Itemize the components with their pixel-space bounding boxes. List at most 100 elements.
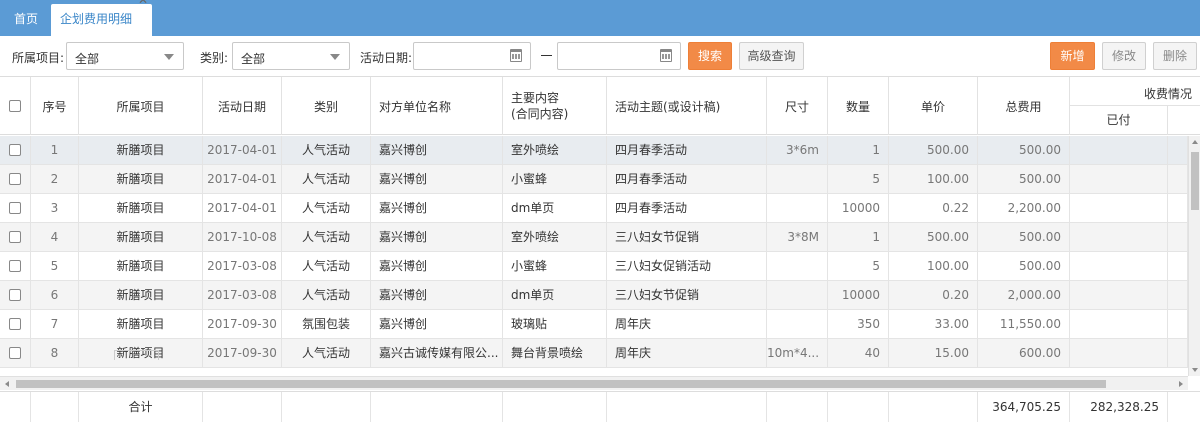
header-date[interactable]: 活动日期 bbox=[203, 77, 282, 135]
footer-paid-value: 282,328.25 bbox=[1070, 392, 1168, 422]
close-icon[interactable]: ✕ bbox=[138, 0, 148, 6]
cell-content: 舞台背景喷绘 bbox=[503, 339, 607, 367]
cell-theme: 四月春季活动 bbox=[607, 136, 767, 164]
header-theme[interactable]: 活动主题(或设计稿) bbox=[607, 77, 767, 135]
cell-content: 小蜜蜂 bbox=[503, 165, 607, 193]
cell-size bbox=[767, 165, 828, 193]
cell-date: 2017-09-30 bbox=[203, 310, 282, 338]
cell-counterparty: 嘉兴博创 bbox=[371, 194, 503, 222]
horizontal-scroll-thumb[interactable] bbox=[16, 380, 1106, 388]
header-category[interactable]: 类别 bbox=[282, 77, 371, 135]
cell-seq: 7 bbox=[31, 310, 79, 338]
vertical-scrollbar[interactable] bbox=[1188, 136, 1200, 376]
footer-blank bbox=[282, 392, 371, 422]
header-seq[interactable]: 序号 bbox=[31, 77, 79, 135]
cell-size: 3*6m bbox=[767, 136, 828, 164]
project-label: 所属项目: bbox=[12, 51, 65, 65]
calendar-icon[interactable] bbox=[660, 49, 672, 62]
table-row[interactable]: 2 新膳项目 2017-04-01 人气活动 嘉兴博创 小蜜蜂 四月春季活动 5 100.00 5… bbox=[0, 165, 1188, 194]
row-checkbox[interactable] bbox=[9, 288, 21, 301]
delete-button[interactable]: 删除 bbox=[1153, 42, 1197, 70]
filter-toolbar: 所属项目: 全部 类别: 全部 活动日期: 搜索 高级查询 新增 修改 删除 bbox=[0, 36, 1200, 76]
row-checkbox[interactable] bbox=[9, 172, 21, 185]
footer-blank bbox=[203, 392, 282, 422]
cell-content: dm单页 bbox=[503, 281, 607, 309]
expense-grid: 序号 所属项目 活动日期 类别 对方单位名称 主要内容 (合同内容) 活动主题(… bbox=[0, 76, 1200, 434]
header-total[interactable]: 总费用 bbox=[978, 77, 1070, 135]
cell-paid bbox=[1070, 194, 1168, 222]
date-to-input[interactable] bbox=[557, 42, 681, 70]
cell-qty: 10000 bbox=[828, 194, 889, 222]
cell-size bbox=[767, 252, 828, 280]
cell-date: 2017-04-01 bbox=[203, 194, 282, 222]
date-from-input[interactable] bbox=[413, 42, 531, 70]
cell-paid bbox=[1070, 136, 1168, 164]
row-checkbox[interactable] bbox=[9, 201, 21, 214]
header-counterparty[interactable]: 对方单位名称 bbox=[371, 77, 503, 135]
row-checkbox[interactable] bbox=[9, 346, 21, 359]
cell-more bbox=[1168, 252, 1188, 280]
cell-category: 人气活动 bbox=[282, 281, 371, 309]
row-checkbox[interactable] bbox=[9, 143, 21, 156]
cell-project: 新膳项目 bbox=[79, 136, 203, 164]
cell-unit-price: 500.00 bbox=[889, 223, 978, 251]
header-project[interactable]: 所属项目 bbox=[79, 77, 203, 135]
cell-paid bbox=[1070, 165, 1168, 193]
header-content[interactable]: 主要内容 (合同内容) bbox=[503, 77, 607, 135]
tab-home[interactable]: 首页 bbox=[4, 4, 48, 36]
horizontal-scrollbar[interactable] bbox=[0, 376, 1188, 390]
cell-project: 新膳项目 bbox=[79, 252, 203, 280]
cell-date: 2017-03-08 bbox=[203, 281, 282, 309]
cell-content: dm单页 bbox=[503, 194, 607, 222]
cell-counterparty: 嘉兴博创 bbox=[371, 223, 503, 251]
scroll-down-arrow-icon[interactable] bbox=[1192, 368, 1198, 372]
row-checkbox-cell bbox=[0, 252, 31, 280]
header-content-line2: (合同内容) bbox=[511, 107, 569, 121]
cell-project: 新膳项目 bbox=[79, 223, 203, 251]
cell-more bbox=[1168, 310, 1188, 338]
table-row[interactable]: 8 新膳项目 2017-09-30 人气活动 嘉兴古诚传媒有限公... 舞台背景喷绘 周年庆… bbox=[0, 339, 1188, 368]
advanced-search-button[interactable]: 高级查询 bbox=[739, 42, 804, 70]
footer-total-label: 合计 bbox=[79, 392, 203, 422]
scroll-right-arrow-icon[interactable] bbox=[1179, 381, 1183, 387]
tab-plan-expense-detail[interactable]: 企划费用明细 ✕ bbox=[51, 0, 152, 36]
cell-counterparty: 嘉兴博创 bbox=[371, 136, 503, 164]
row-checkbox[interactable] bbox=[9, 259, 21, 272]
table-row[interactable]: 7 新膳项目 2017-09-30 氛围包装 嘉兴博创 玻璃贴 周年庆 350 33.00 11,… bbox=[0, 310, 1188, 339]
cell-total: 2,000.00 bbox=[978, 281, 1070, 309]
cell-qty: 1 bbox=[828, 223, 889, 251]
header-size[interactable]: 尺寸 bbox=[767, 77, 828, 135]
row-checkbox-cell bbox=[0, 281, 31, 309]
pager-box[interactable] bbox=[114, 350, 159, 360]
cell-unit-price: 0.22 bbox=[889, 194, 978, 222]
project-select[interactable]: 全部 bbox=[66, 42, 184, 70]
cell-counterparty: 嘉兴古诚传媒有限公... bbox=[371, 339, 503, 367]
table-row[interactable]: 3 新膳项目 2017-04-01 人气活动 嘉兴博创 dm单页 四月春季活动 10000 0.… bbox=[0, 194, 1188, 223]
cell-category: 人气活动 bbox=[282, 136, 371, 164]
cell-total: 500.00 bbox=[978, 252, 1070, 280]
add-button[interactable]: 新增 bbox=[1050, 42, 1095, 70]
header-unit-price[interactable]: 单价 bbox=[889, 77, 978, 135]
header-qty[interactable]: 数量 bbox=[828, 77, 889, 135]
vertical-scroll-thumb[interactable] bbox=[1191, 152, 1199, 210]
table-row[interactable]: 6 新膳项目 2017-03-08 人气活动 嘉兴博创 dm单页 三八妇女节促销 10000 0… bbox=[0, 281, 1188, 310]
cell-category: 人气活动 bbox=[282, 339, 371, 367]
scroll-up-arrow-icon[interactable] bbox=[1192, 140, 1198, 144]
table-row[interactable]: 4 新膳项目 2017-10-08 人气活动 嘉兴博创 室外喷绘 三八妇女节促销 3*8M 1 5… bbox=[0, 223, 1188, 252]
cell-counterparty: 嘉兴博创 bbox=[371, 252, 503, 280]
header-paid[interactable]: 已付 bbox=[1070, 106, 1168, 135]
row-checkbox[interactable] bbox=[9, 317, 21, 330]
category-select-value: 全部 bbox=[241, 52, 266, 66]
table-row[interactable]: 1 新膳项目 2017-04-01 人气活动 嘉兴博创 室外喷绘 四月春季活动 3*6m 1 50… bbox=[0, 136, 1188, 165]
cell-counterparty: 嘉兴博创 bbox=[371, 281, 503, 309]
table-row[interactable]: 5 新膳项目 2017-03-08 人气活动 嘉兴博创 小蜜蜂 三八妇女促销活动 5 100.0… bbox=[0, 252, 1188, 281]
scroll-left-arrow-icon[interactable] bbox=[5, 381, 9, 387]
select-all-checkbox[interactable] bbox=[9, 100, 21, 112]
row-checkbox-cell bbox=[0, 339, 31, 367]
category-select[interactable]: 全部 bbox=[232, 42, 350, 70]
search-button[interactable]: 搜索 bbox=[688, 42, 732, 70]
row-checkbox[interactable] bbox=[9, 230, 21, 243]
edit-button[interactable]: 修改 bbox=[1102, 42, 1146, 70]
cell-size: 10m*4... bbox=[767, 339, 828, 367]
calendar-icon[interactable] bbox=[510, 49, 522, 62]
